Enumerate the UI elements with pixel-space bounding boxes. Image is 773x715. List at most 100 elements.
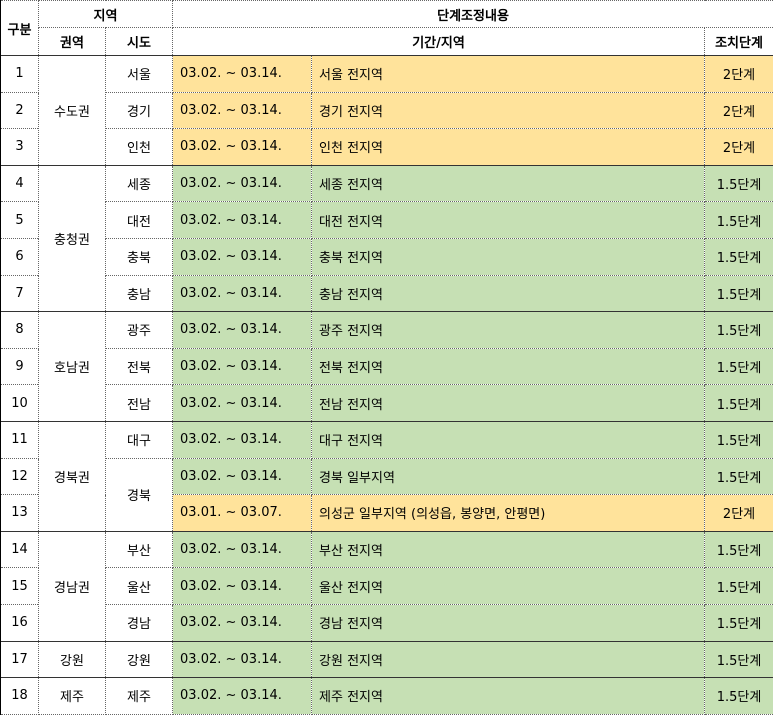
sido-cell: 대구 <box>106 421 173 458</box>
area-cell: 수도권 <box>39 56 106 166</box>
level-cell: 1.5단계 <box>705 531 773 568</box>
area-cell: 경북권 <box>39 421 106 531</box>
period-cell: 03.02. ~ 03.14. <box>173 604 312 641</box>
row-number: 8 <box>1 312 39 349</box>
level-cell: 1.5단계 <box>705 678 773 715</box>
level-cell: 2단계 <box>705 129 773 166</box>
row-number: 3 <box>1 129 39 166</box>
table-row: 15 울산 03.02. ~ 03.14. 울산 전지역 1.5단계 <box>1 568 773 605</box>
regional-level-table: 구분 지역 단계조정내용 권역 시도 기간/지역 조치단계 1 수도권 서울 0… <box>0 0 773 715</box>
area-detail-cell: 부산 전지역 <box>312 531 705 568</box>
level-cell: 1.5단계 <box>705 385 773 422</box>
period-cell: 03.02. ~ 03.14. <box>173 348 312 385</box>
sido-cell: 울산 <box>106 568 173 605</box>
level-cell: 1.5단계 <box>705 348 773 385</box>
area-detail-cell: 대구 전지역 <box>312 421 705 458</box>
period-cell: 03.02. ~ 03.14. <box>173 678 312 715</box>
area-cell: 충청권 <box>39 165 106 311</box>
area-cell: 강원 <box>39 641 106 678</box>
row-number: 17 <box>1 641 39 678</box>
period-cell: 03.02. ~ 03.14. <box>173 641 312 678</box>
area-detail-cell: 대전 전지역 <box>312 202 705 239</box>
row-number: 13 <box>1 495 39 532</box>
period-cell: 03.02. ~ 03.14. <box>173 312 312 349</box>
row-number: 10 <box>1 385 39 422</box>
period-cell: 03.02. ~ 03.14. <box>173 385 312 422</box>
period-cell: 03.02. ~ 03.14. <box>173 568 312 605</box>
table-row: 7 충남 03.02. ~ 03.14. 충남 전지역 1.5단계 <box>1 275 773 312</box>
table-row: 11 경북권 대구 03.02. ~ 03.14. 대구 전지역 1.5단계 <box>1 421 773 458</box>
col-header-area: 권역 <box>39 28 106 56</box>
area-detail-cell: 전북 전지역 <box>312 348 705 385</box>
period-cell: 03.02. ~ 03.14. <box>173 458 312 495</box>
row-number: 5 <box>1 202 39 239</box>
sido-cell: 세종 <box>106 165 173 202</box>
table-row: 1 수도권 서울 03.02. ~ 03.14. 서울 전지역 2단계 <box>1 56 773 93</box>
area-detail-cell: 강원 전지역 <box>312 641 705 678</box>
level-cell: 1.5단계 <box>705 641 773 678</box>
level-cell: 1.5단계 <box>705 275 773 312</box>
level-cell: 1.5단계 <box>705 312 773 349</box>
area-detail-cell: 울산 전지역 <box>312 568 705 605</box>
row-number: 4 <box>1 165 39 202</box>
table-row: 4 충청권 세종 03.02. ~ 03.14. 세종 전지역 1.5단계 <box>1 165 773 202</box>
row-number: 6 <box>1 238 39 275</box>
table-row: 9 전북 03.02. ~ 03.14. 전북 전지역 1.5단계 <box>1 348 773 385</box>
period-cell: 03.02. ~ 03.14. <box>173 531 312 568</box>
col-header-sido: 시도 <box>106 28 173 56</box>
area-detail-cell: 충남 전지역 <box>312 275 705 312</box>
table-row: 18 제주 제주 03.02. ~ 03.14. 제주 전지역 1.5단계 <box>1 678 773 715</box>
level-cell: 1.5단계 <box>705 165 773 202</box>
level-cell: 1.5단계 <box>705 568 773 605</box>
sido-cell: 충남 <box>106 275 173 312</box>
row-number: 15 <box>1 568 39 605</box>
sido-cell: 충북 <box>106 238 173 275</box>
area-cell: 호남권 <box>39 312 106 422</box>
sido-cell: 전남 <box>106 385 173 422</box>
period-cell: 03.02. ~ 03.14. <box>173 238 312 275</box>
row-number: 12 <box>1 458 39 495</box>
row-number: 9 <box>1 348 39 385</box>
col-header-period-area: 기간/지역 <box>173 28 705 56</box>
period-cell: 03.02. ~ 03.14. <box>173 129 312 166</box>
area-detail-cell: 의성군 일부지역 (의성읍, 봉양면, 안평면) <box>312 495 705 532</box>
sido-cell: 제주 <box>106 678 173 715</box>
area-cell: 제주 <box>39 678 106 715</box>
table-row: 16 경남 03.02. ~ 03.14. 경남 전지역 1.5단계 <box>1 604 773 641</box>
row-number: 18 <box>1 678 39 715</box>
sido-cell: 대전 <box>106 202 173 239</box>
period-cell: 03.02. ~ 03.14. <box>173 421 312 458</box>
area-detail-cell: 충북 전지역 <box>312 238 705 275</box>
level-cell: 1.5단계 <box>705 202 773 239</box>
table-row: 6 충북 03.02. ~ 03.14. 충북 전지역 1.5단계 <box>1 238 773 275</box>
table-row: 12 경북 03.02. ~ 03.14. 경북 일부지역 1.5단계 <box>1 458 773 495</box>
row-number: 2 <box>1 92 39 129</box>
sido-cell: 경남 <box>106 604 173 641</box>
sido-cell: 강원 <box>106 641 173 678</box>
period-cell: 03.02. ~ 03.14. <box>173 202 312 239</box>
area-detail-cell: 전남 전지역 <box>312 385 705 422</box>
period-cell: 03.02. ~ 03.14. <box>173 165 312 202</box>
level-cell: 2단계 <box>705 92 773 129</box>
sido-cell: 전북 <box>106 348 173 385</box>
period-cell: 03.02. ~ 03.14. <box>173 56 312 93</box>
area-detail-cell: 경북 일부지역 <box>312 458 705 495</box>
row-number: 16 <box>1 604 39 641</box>
row-number: 14 <box>1 531 39 568</box>
sido-cell: 경기 <box>106 92 173 129</box>
level-cell: 1.5단계 <box>705 604 773 641</box>
area-cell: 경남권 <box>39 531 106 641</box>
period-cell: 03.02. ~ 03.14. <box>173 92 312 129</box>
table-row: 8 호남권 광주 03.02. ~ 03.14. 광주 전지역 1.5단계 <box>1 312 773 349</box>
area-detail-cell: 경남 전지역 <box>312 604 705 641</box>
table-row: 5 대전 03.02. ~ 03.14. 대전 전지역 1.5단계 <box>1 202 773 239</box>
row-number: 7 <box>1 275 39 312</box>
table-row: 3 인천 03.02. ~ 03.14. 인천 전지역 2단계 <box>1 129 773 166</box>
sido-cell: 서울 <box>106 56 173 93</box>
col-header-adjust: 단계조정내용 <box>173 1 773 28</box>
table-row: 14 경남권 부산 03.02. ~ 03.14. 부산 전지역 1.5단계 <box>1 531 773 568</box>
table-row: 2 경기 03.02. ~ 03.14. 경기 전지역 2단계 <box>1 92 773 129</box>
table-row: 10 전남 03.02. ~ 03.14. 전남 전지역 1.5단계 <box>1 385 773 422</box>
period-cell: 03.01. ~ 03.07. <box>173 495 312 532</box>
level-cell: 1.5단계 <box>705 458 773 495</box>
